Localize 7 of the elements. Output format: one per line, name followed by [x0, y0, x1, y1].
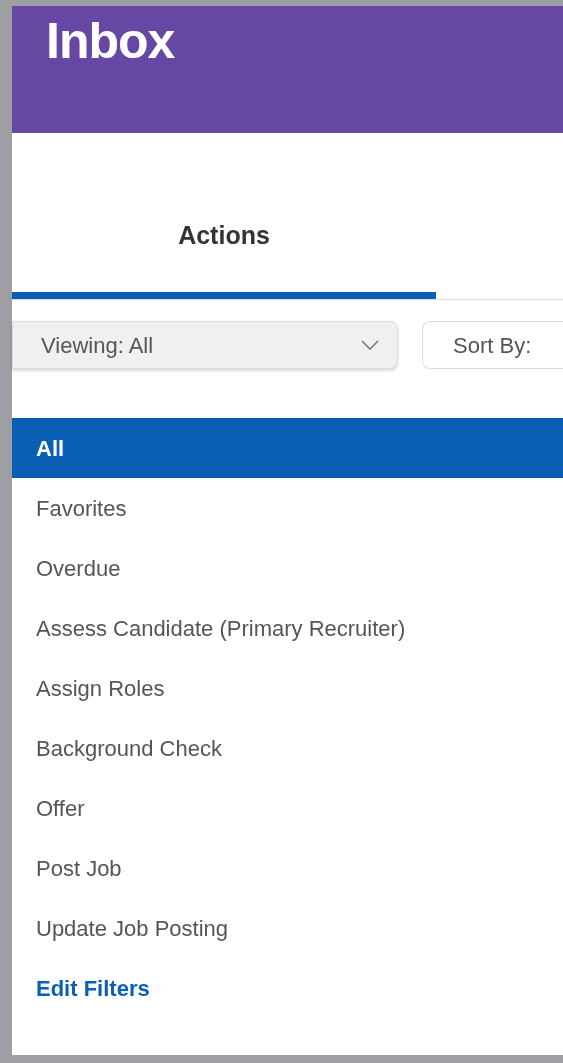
page-title: Inbox: [46, 16, 176, 66]
sort-by-button[interactable]: Sort By:: [422, 321, 563, 369]
tab[interactable]: Actions: [12, 216, 436, 299]
edit-filters-link[interactable]: Edit Filters: [36, 972, 150, 1005]
viewing-dropdown[interactable]: Viewing: All: [12, 321, 398, 369]
filter-option[interactable]: All: [12, 418, 563, 478]
chevron-down-icon: [361, 340, 379, 350]
